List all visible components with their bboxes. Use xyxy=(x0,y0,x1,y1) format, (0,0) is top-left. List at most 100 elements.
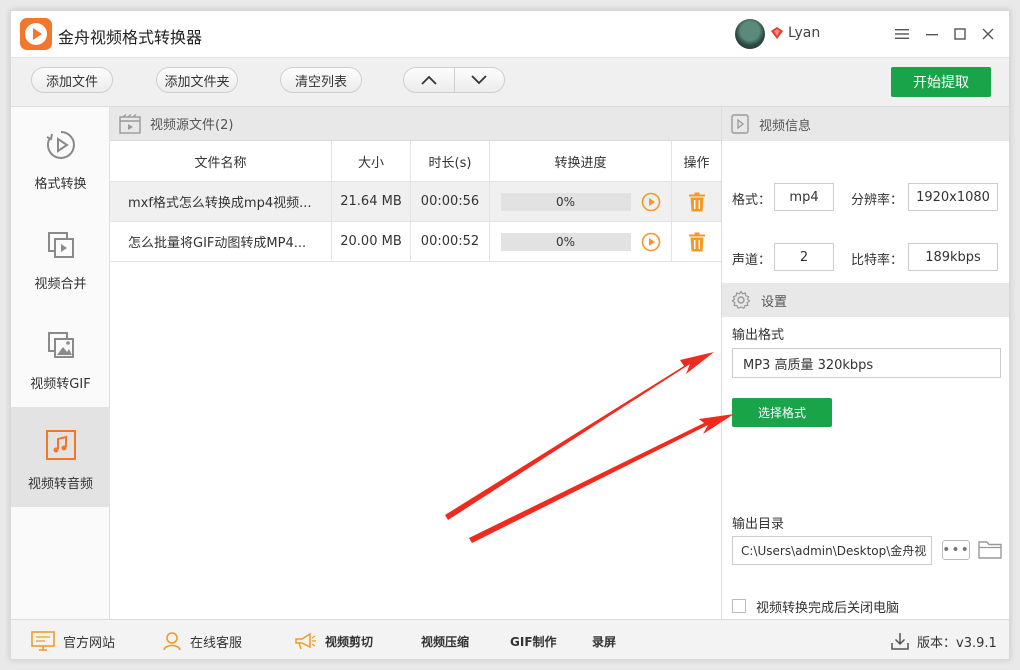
bitrate-value: 189kbps xyxy=(908,243,998,271)
app-logo-icon xyxy=(20,18,52,50)
user-avatar[interactable] xyxy=(735,19,765,49)
gif-make-label: GIF制作 xyxy=(510,634,557,649)
sidebar-item-video-to-gif[interactable]: 视频转GIF xyxy=(11,307,110,407)
add-file-button[interactable]: 添加文件 xyxy=(31,67,113,93)
version-info[interactable]: 版本：v3.9.1 xyxy=(891,620,997,659)
bottom-bar: 官方网站 在线客服 视频剪切 视频压缩 GIF制作 录屏 版本：v3.9.1 xyxy=(11,619,1009,659)
shutdown-label: 视频转换完成后关闭电脑 xyxy=(756,601,900,616)
official-site-link[interactable]: 官方网站 xyxy=(31,620,116,659)
bitrate-label: 比特率： xyxy=(851,253,904,268)
gif-make-link[interactable]: GIF制作 xyxy=(510,620,557,659)
source-file-title: 视频源文件(2) xyxy=(150,118,234,133)
file-size: 21.64 MB xyxy=(332,182,411,221)
minimize-icon[interactable] xyxy=(919,21,945,47)
sidebar-item-label: 视频合并 xyxy=(34,277,87,292)
file-name: mxf格式怎么转换成mp4视频... xyxy=(110,182,332,221)
format-convert-icon xyxy=(45,129,77,161)
col-op-header: 操作 xyxy=(683,155,710,171)
video-compress-link[interactable]: 视频压缩 xyxy=(421,620,470,659)
title-bar: 金舟视频格式转换器 Lyan xyxy=(11,11,1009,57)
resolution-label: 分辨率： xyxy=(851,193,904,208)
start-extract-button[interactable]: 开始提取 xyxy=(891,67,991,97)
video-info-title: 视频信息 xyxy=(759,118,812,134)
play-icon[interactable] xyxy=(641,192,661,212)
download-icon xyxy=(891,633,909,650)
sidebar-item-label: 视频转GIF xyxy=(30,377,91,392)
monitor-icon xyxy=(31,631,55,651)
sidebar-item-format-convert[interactable]: 格式转换 xyxy=(11,107,110,207)
output-dir-field[interactable]: C:\Users\admin\Desktop\金舟视 xyxy=(732,536,932,565)
official-site-label: 官方网站 xyxy=(63,635,116,651)
move-down-button[interactable] xyxy=(455,68,505,92)
app-window: 金舟视频格式转换器 Lyan 添加文件 添加文件夹 清空列表 开始提取 格式转换… xyxy=(10,10,1010,660)
file-op xyxy=(672,182,721,221)
close-icon[interactable] xyxy=(975,21,1001,47)
video-to-gif-icon xyxy=(45,329,77,361)
trash-icon[interactable] xyxy=(687,232,707,252)
file-name: 怎么批量将GIF动图转成MP4... xyxy=(110,222,332,261)
file-op xyxy=(672,222,721,261)
file-table: 文件名称 大小 时长(s) 转换进度 操作 mxf格式怎么转换成mp4视频...… xyxy=(110,141,721,262)
video-cut-link[interactable]: 视频剪切 xyxy=(293,620,374,659)
format-label: 格式： xyxy=(732,193,772,208)
video-file-icon xyxy=(119,113,141,134)
screen-record-label: 录屏 xyxy=(592,634,617,649)
video-compress-label: 视频压缩 xyxy=(421,634,470,649)
toolbar: 添加文件 添加文件夹 清空列表 开始提取 xyxy=(11,57,1009,107)
output-format-field[interactable]: MP3 高质量 320kbps xyxy=(732,348,1001,378)
menu-icon[interactable] xyxy=(889,21,915,47)
vip-diamond-icon xyxy=(771,27,783,39)
settings-header: 设置 xyxy=(722,283,1009,317)
clear-list-button[interactable]: 清空列表 xyxy=(280,67,362,93)
video-info-header: 视频信息 xyxy=(722,107,1009,141)
sidebar: 格式转换 视频合并 视频转GIF 视频转音频 xyxy=(11,107,110,619)
video-merge-icon xyxy=(45,229,77,261)
video-cut-label: 视频剪切 xyxy=(325,634,374,649)
customer-service-icon xyxy=(162,631,182,651)
progress-bar: 0% xyxy=(500,232,631,251)
file-progress: 0% xyxy=(490,182,672,221)
sidebar-item-label: 视频转音频 xyxy=(27,477,93,492)
channels-label: 声道： xyxy=(732,253,772,268)
gear-icon xyxy=(731,290,751,309)
format-value: mp4 xyxy=(774,183,834,211)
folder-icon[interactable] xyxy=(978,539,1002,559)
source-file-header: 视频源文件(2) xyxy=(110,107,721,141)
resolution-value: 1920x1080 xyxy=(908,183,998,211)
table-header: 文件名称 大小 时长(s) 转换进度 操作 xyxy=(110,141,721,182)
more-options-button[interactable]: ••• xyxy=(942,540,970,560)
file-size: 20.00 MB xyxy=(332,222,411,261)
screen-record-link[interactable]: 录屏 xyxy=(592,620,617,659)
sidebar-item-video-to-audio[interactable]: 视频转音频 xyxy=(11,407,110,507)
table-row[interactable]: 怎么批量将GIF动图转成MP4... 20.00 MB 00:00:52 0% xyxy=(110,222,721,262)
video-to-audio-icon xyxy=(45,429,77,461)
reorder-buttons xyxy=(403,67,505,93)
file-duration: 00:00:52 xyxy=(411,222,490,261)
output-dir-label: 输出目录 xyxy=(732,517,785,532)
play-icon[interactable] xyxy=(641,232,661,252)
megaphone-icon xyxy=(293,631,317,651)
shutdown-checkbox[interactable] xyxy=(732,599,746,613)
online-service-link[interactable]: 在线客服 xyxy=(162,620,242,659)
select-format-button[interactable]: 选择格式 xyxy=(732,398,832,427)
file-duration: 00:00:56 xyxy=(411,182,490,221)
col-progress-header: 转换进度 xyxy=(490,141,672,181)
sidebar-item-label: 格式转换 xyxy=(34,177,87,192)
output-format-label: 输出格式 xyxy=(732,328,785,343)
table-row[interactable]: mxf格式怎么转换成mp4视频... 21.64 MB 00:00:56 0% xyxy=(110,182,721,222)
move-up-button[interactable] xyxy=(404,68,455,92)
sidebar-item-video-merge[interactable]: 视频合并 xyxy=(11,207,110,307)
trash-icon[interactable] xyxy=(687,192,707,212)
app-title: 金舟视频格式转换器 xyxy=(58,28,203,47)
file-progress: 0% xyxy=(490,222,672,261)
col-duration-header: 时长(s) xyxy=(411,141,490,181)
right-panel: 视频信息 格式： mp4 分辨率： 1920x1080 声道： 2 比特率： 1… xyxy=(721,107,1009,619)
video-info-icon xyxy=(731,114,749,134)
user-name[interactable]: Lyan xyxy=(788,25,820,41)
chevron-up-icon xyxy=(421,75,437,85)
maximize-icon[interactable] xyxy=(947,21,973,47)
version-label: 版本：v3.9.1 xyxy=(917,635,997,651)
chevron-down-icon xyxy=(471,75,487,85)
add-folder-button[interactable]: 添加文件夹 xyxy=(156,67,238,93)
col-name-header: 文件名称 xyxy=(110,141,332,181)
